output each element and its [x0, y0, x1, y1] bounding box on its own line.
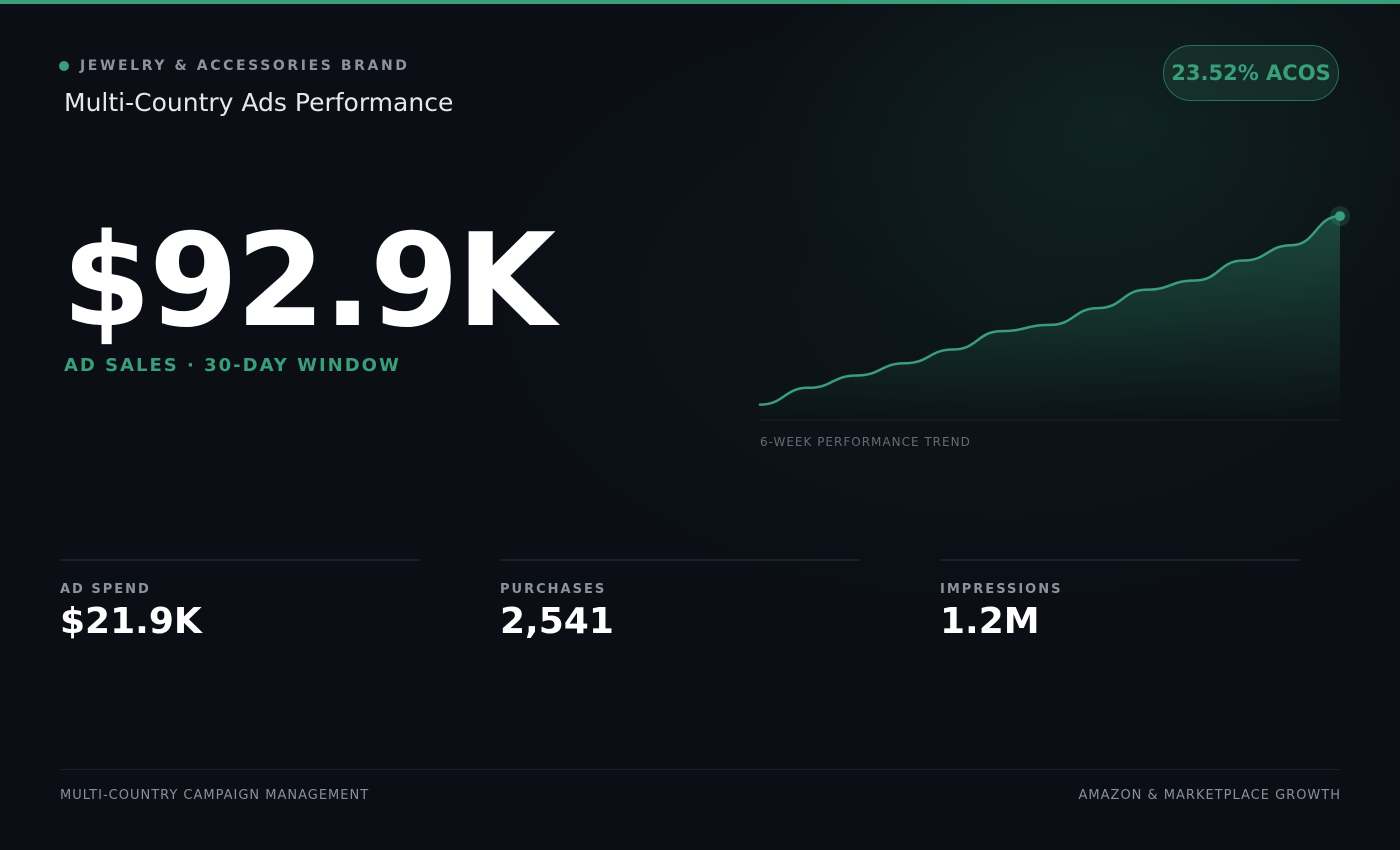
top-accent-bar — [0, 0, 1400, 4]
trend-endpoint — [1335, 211, 1345, 222]
metric-value: 1.2M — [940, 601, 1040, 642]
metric-value: $21.9K — [60, 601, 202, 642]
hero-caption: AD SALES · 30-DAY WINDOW — [64, 355, 401, 376]
brand-label: JEWELRY & ACCESSORIES BRAND — [80, 58, 410, 74]
hero-ad-sales-value: $92.9K — [62, 207, 556, 356]
metric-value: 2,541 — [500, 601, 614, 642]
footer-right-text: AMAZON & MARKETPLACE GROWTH — [1078, 788, 1341, 803]
page-title: Multi-Country Ads Performance — [64, 88, 454, 117]
brand-row: JEWELRY & ACCESSORIES BRAND — [59, 58, 410, 74]
footer-left-text: MULTI-COUNTRY CAMPAIGN MANAGEMENT — [60, 788, 370, 803]
metric-impressions: IMPRESSIONS 1.2M — [940, 559, 1300, 642]
trend-label: 6-WEEK PERFORMANCE TREND — [760, 435, 971, 449]
brand-dot-icon — [59, 61, 69, 71]
acos-badge: 23.52% ACOS — [1163, 45, 1339, 101]
metric-label: AD SPEND — [60, 582, 151, 597]
trend-chart — [758, 206, 1350, 421]
trend-area — [760, 216, 1340, 420]
footer-divider — [60, 769, 1340, 770]
metric-ad-spend: AD SPEND $21.9K — [60, 559, 420, 642]
metric-label: IMPRESSIONS — [940, 582, 1063, 597]
metric-label: PURCHASES — [500, 582, 607, 597]
metric-purchases: PURCHASES 2,541 — [500, 559, 860, 642]
